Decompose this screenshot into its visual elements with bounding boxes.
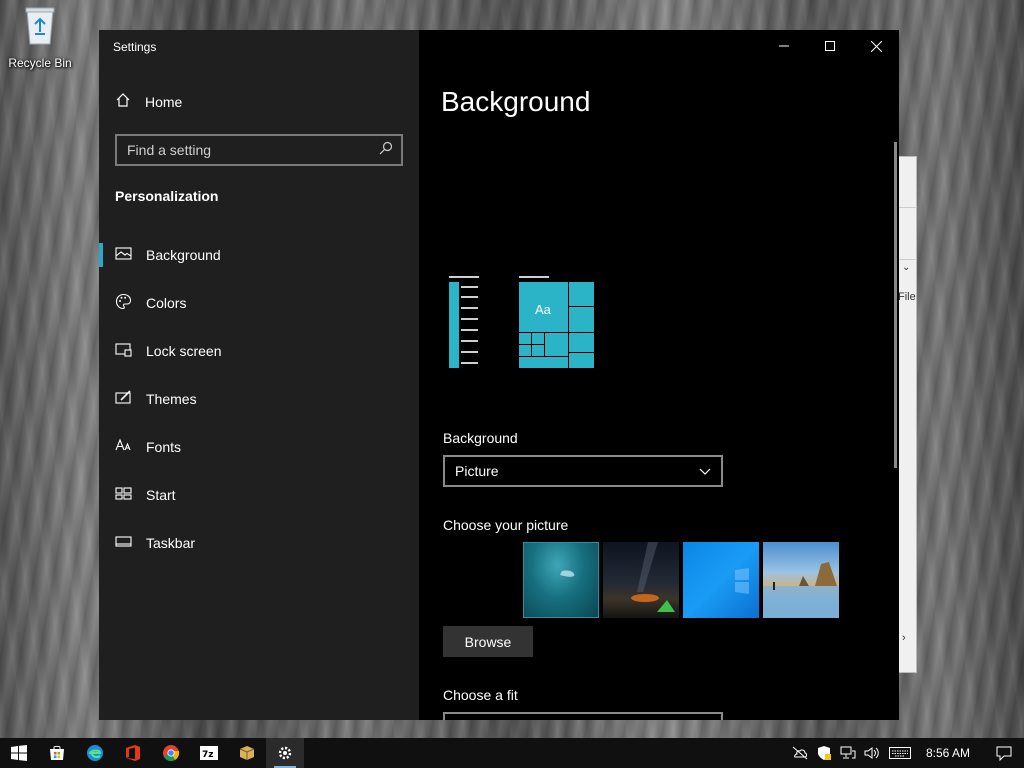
preview-tiles: Aa — [519, 276, 594, 368]
search-box[interactable] — [115, 134, 403, 166]
home-link[interactable]: Home — [115, 92, 182, 111]
picture-thumbnail-underwater[interactable] — [523, 542, 599, 618]
lock-screen-icon — [115, 341, 132, 361]
taskbar-icon — [115, 533, 132, 553]
chevron-right-icon[interactable]: › — [902, 632, 906, 644]
7zip-icon: 7z — [200, 746, 218, 760]
store-button[interactable] — [38, 738, 76, 768]
picture-thumbnail-night-sky[interactable] — [603, 542, 679, 618]
section-title: Personalization — [115, 188, 219, 204]
security-icon[interactable] — [812, 738, 836, 768]
background-window[interactable]: ⌄ File › — [896, 156, 917, 673]
picture-thumbnail-windows-blue[interactable] — [683, 542, 759, 618]
clock[interactable]: 8:56 AM — [916, 746, 984, 760]
sidebar-item-background[interactable]: Background — [99, 231, 419, 279]
preview-sample-text: Aa — [535, 302, 551, 317]
action-center-icon[interactable] — [984, 738, 1024, 768]
close-icon — [870, 40, 882, 52]
start-button[interactable] — [0, 738, 38, 768]
taskbar: 7z 8:56 AM — [0, 738, 1024, 768]
home-icon — [115, 92, 131, 111]
window-controls — [761, 30, 899, 62]
chrome-button[interactable] — [152, 738, 190, 768]
volume-icon[interactable] — [860, 738, 884, 768]
sidebar-item-themes[interactable]: Themes — [99, 375, 419, 423]
keyboard-icon[interactable] — [884, 738, 916, 768]
store-icon — [50, 745, 64, 760]
window-title: Settings — [113, 40, 157, 54]
search-input[interactable] — [127, 142, 379, 158]
picture-thumbnails — [523, 542, 839, 618]
close-button[interactable] — [853, 30, 899, 62]
sidebar-item-label: Themes — [146, 391, 197, 407]
sidebar-item-lock-screen[interactable]: Lock screen — [99, 327, 419, 375]
choose-fit-label: Choose a fit — [443, 687, 518, 703]
fit-dropdown[interactable] — [443, 712, 723, 720]
chrome-icon — [163, 745, 180, 761]
settings-sidebar: Settings Home Personalization Background — [99, 30, 419, 720]
palette-icon — [115, 293, 132, 313]
sidebar-item-label: Lock screen — [146, 343, 222, 359]
minimize-button[interactable] — [761, 30, 807, 62]
browse-button[interactable]: Browse — [443, 626, 533, 657]
themes-icon — [115, 389, 132, 409]
dropdown-value: Picture — [455, 463, 499, 479]
edge-button[interactable] — [76, 738, 114, 768]
package-button[interactable] — [228, 738, 266, 768]
settings-main-pane: Background Aa Background Picture Choose … — [419, 30, 899, 720]
edge-icon — [87, 745, 103, 761]
chevron-down-icon[interactable]: ⌄ — [902, 262, 910, 273]
svg-text:7z: 7z — [202, 750, 214, 760]
package-icon — [239, 746, 255, 760]
search-icon[interactable] — [379, 141, 393, 160]
sidebar-item-fonts[interactable]: Fonts — [99, 423, 419, 471]
sidebar-item-label: Fonts — [146, 439, 182, 455]
scrollbar[interactable] — [894, 142, 897, 468]
picture-thumbnail-beach-rocks[interactable] — [763, 542, 839, 618]
fonts-icon — [115, 437, 132, 457]
divider — [897, 259, 917, 260]
file-menu-text[interactable]: File — [898, 291, 916, 303]
office-icon — [126, 745, 140, 761]
maximize-icon — [825, 41, 835, 51]
sidebar-item-label: Background — [146, 247, 221, 263]
chevron-down-icon — [699, 463, 711, 479]
sidebar-item-start[interactable]: Start — [99, 471, 419, 519]
choose-picture-label: Choose your picture — [443, 517, 569, 533]
windows-logo-icon — [11, 745, 27, 761]
recycle-bin-shortcut[interactable]: Recycle Bin — [4, 6, 76, 76]
background-type-dropdown[interactable]: Picture — [443, 455, 723, 487]
settings-icon — [278, 746, 292, 760]
7zip-button[interactable]: 7z — [190, 738, 228, 768]
recycle-bin-icon — [23, 6, 57, 46]
settings-window: Settings Home Personalization Background — [99, 30, 899, 720]
sidebar-item-taskbar[interactable]: Taskbar — [99, 519, 419, 567]
home-label: Home — [145, 93, 183, 110]
start-icon — [115, 485, 132, 505]
maximize-button[interactable] — [807, 30, 853, 62]
sidebar-item-label: Taskbar — [146, 535, 196, 551]
sidebar-item-colors[interactable]: Colors — [99, 279, 419, 327]
divider — [897, 207, 917, 208]
sidebar-nav: Background Colors Lock screen Themes Fon… — [99, 231, 419, 567]
minimize-icon — [779, 45, 789, 47]
preview-start-list — [449, 276, 479, 368]
settings-taskbar-button[interactable] — [266, 738, 304, 768]
picture-icon — [115, 245, 132, 265]
office-button[interactable] — [114, 738, 152, 768]
background-label: Background — [443, 430, 518, 446]
onedrive-offline-icon[interactable] — [788, 738, 812, 768]
sidebar-item-label: Start — [146, 487, 176, 503]
network-icon[interactable] — [836, 738, 860, 768]
page-title: Background — [441, 86, 591, 117]
sidebar-item-label: Colors — [146, 295, 187, 311]
recycle-bin-label: Recycle Bin — [8, 56, 72, 70]
system-tray: 8:56 AM — [788, 738, 1024, 768]
